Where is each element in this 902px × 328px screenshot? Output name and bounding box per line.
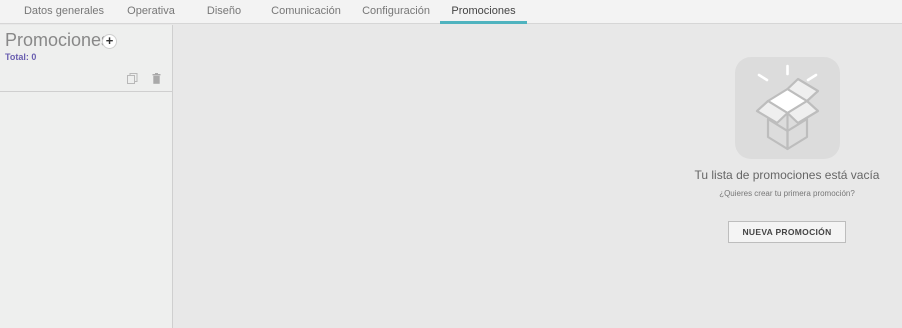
open-box-icon (755, 64, 820, 151)
tab-bar: Datos generales Operativa Diseño Comunic… (0, 0, 902, 24)
tab-comunicacion[interactable]: Comunicación (265, 0, 347, 24)
empty-state-title: Tu lista de promociones está vacía (694, 168, 880, 182)
copy-icon[interactable] (127, 73, 138, 84)
trash-icon[interactable] (151, 73, 162, 84)
tab-operativa[interactable]: Operativa (116, 0, 186, 24)
sidebar-divider (0, 91, 172, 92)
sidebar-title: Promociones (5, 30, 111, 50)
empty-state-subtitle: ¿Quieres crear tu primera promoción? (719, 189, 855, 198)
tab-promociones[interactable]: Promociones (440, 0, 527, 24)
new-promotion-button[interactable]: NUEVA PROMOCIÓN (728, 221, 846, 243)
tab-diseno[interactable]: Diseño (193, 0, 255, 24)
empty-state-illustration (735, 57, 840, 159)
total-count: Total: 0 (5, 52, 37, 62)
promotions-sidebar: Promociones + Total: 0 (0, 25, 173, 328)
tab-datos-generales[interactable]: Datos generales (14, 0, 114, 24)
add-promotion-button[interactable]: + (102, 34, 117, 49)
main-content: Tu lista de promociones está vacía ¿Quie… (174, 25, 902, 328)
tab-configuracion[interactable]: Configuración (355, 0, 437, 24)
